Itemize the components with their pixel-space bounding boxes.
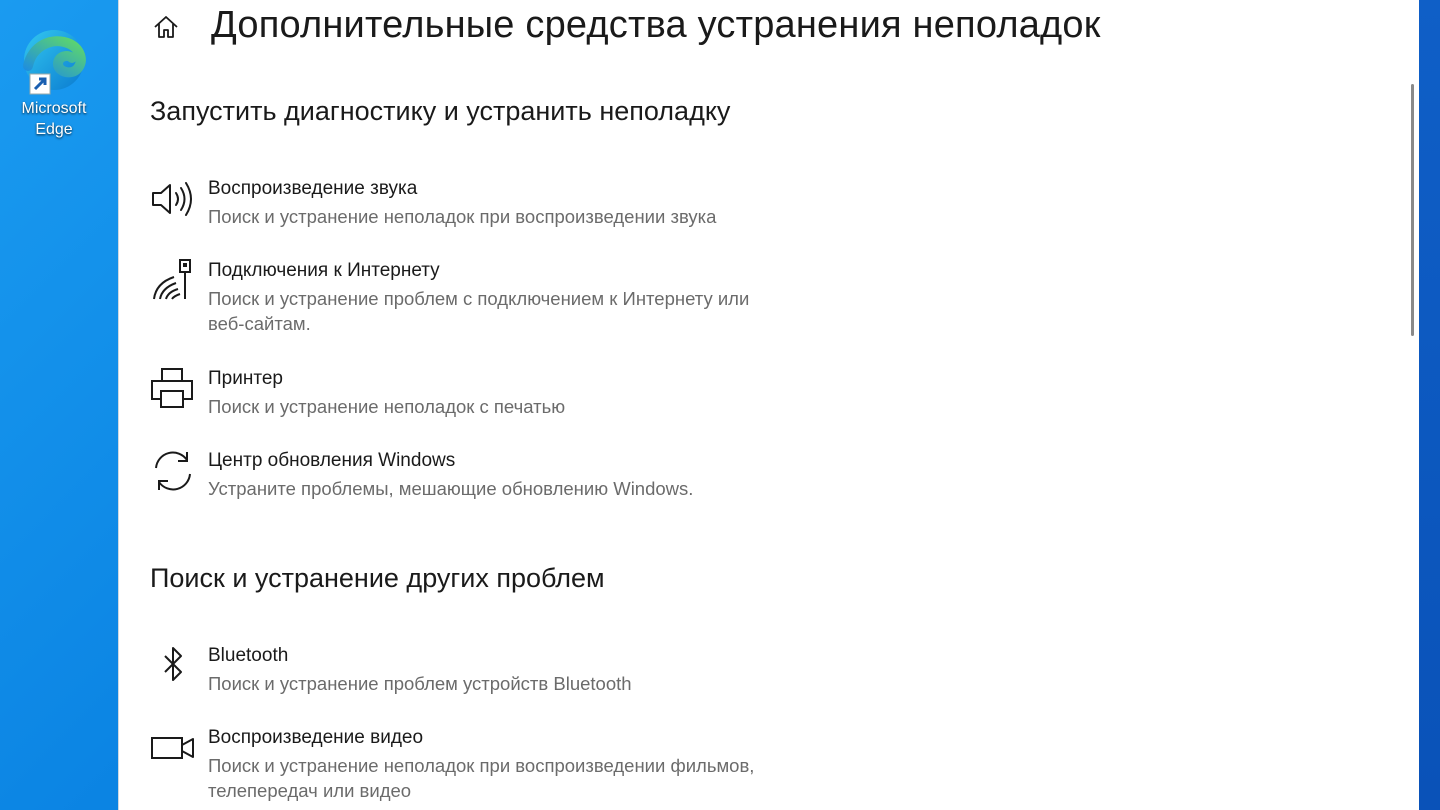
desktop-background-strip	[1418, 0, 1440, 810]
edge-icon	[18, 26, 90, 98]
troubleshooter-internet[interactable]: Подключения к Интернету Поиск и устранен…	[150, 259, 790, 339]
troubleshooter-printer[interactable]: Принтер Поиск и устранение неполадок с п…	[150, 367, 790, 421]
bluetooth-icon	[150, 646, 196, 686]
troubleshooter-description: Устраните проблемы, мешающие обновлению …	[208, 478, 694, 499]
troubleshooter-description: Поиск и устранение проблем устройств Blu…	[208, 673, 632, 694]
sync-icon	[150, 451, 196, 491]
troubleshooter-description: Поиск и устранение неполадок с печатью	[208, 396, 566, 417]
troubleshooter-title: Bluetooth	[208, 645, 289, 666]
troubleshooter-audio[interactable]: Воспроизведение звука Поиск и устранение…	[150, 177, 790, 231]
troubleshooter-title: Центр обновления Windows	[208, 450, 456, 471]
home-button[interactable]	[150, 10, 182, 44]
troubleshooter-title: Подключения к Интернету	[208, 260, 440, 281]
printer-icon	[150, 368, 196, 409]
troubleshooter-description: Поиск и устранение неполадок при воспрои…	[208, 755, 755, 801]
troubleshooter-bluetooth[interactable]: Bluetooth Поиск и устранение проблем уст…	[150, 644, 790, 698]
speaker-icon	[150, 179, 196, 219]
troubleshooter-description: Поиск и устранение проблем с подключение…	[208, 288, 750, 334]
network-icon	[150, 259, 196, 301]
scrollbar-thumb[interactable]	[1411, 84, 1414, 336]
desktop-icon-label-line2: Edge	[35, 121, 73, 138]
troubleshooter-title: Воспроизведение видео	[208, 727, 424, 748]
section-title-other-problems: Поиск и устранение других проблем	[150, 563, 605, 593]
video-camera-icon	[150, 728, 196, 768]
troubleshooter-description: Поиск и устранение неполадок при воспрои…	[208, 206, 717, 227]
section-title-run-diagnostics: Запустить диагностику и устранить непола…	[150, 96, 731, 126]
troubleshooter-title: Воспроизведение звука	[208, 178, 418, 199]
troubleshooter-video-playback[interactable]: Воспроизведение видео Поиск и устранение…	[150, 726, 790, 806]
troubleshooter-title: Принтер	[208, 368, 283, 389]
desktop-icon-microsoft-edge[interactable]: Microsoft Edge	[8, 20, 100, 140]
desktop-icon-label: Microsoft	[21, 100, 87, 117]
troubleshooter-windows-update[interactable]: Центр обновления Windows Устраните пробл…	[150, 449, 790, 503]
home-icon	[152, 13, 180, 41]
page-title: Дополнительные средства устранения непол…	[211, 4, 1101, 46]
